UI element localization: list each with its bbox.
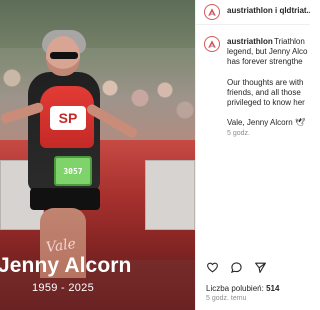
post-header: austriathlon i qldtriat... <box>196 0 310 25</box>
barrier-sign-right <box>145 160 195 230</box>
runner-sunglasses <box>50 52 78 59</box>
post-actions <box>206 261 267 274</box>
caption-avatar[interactable] <box>204 36 220 52</box>
memorial-photo: SP 3057 Vale Jenny Alcorn 1959 - 2025 <box>0 0 195 310</box>
instagram-post-panel: austriathlon i qldtriat... austriathlon … <box>195 0 310 310</box>
runner-shorts <box>30 188 100 210</box>
caption-timestamp: 5 godz. <box>227 130 250 137</box>
comment-icon[interactable] <box>230 261 243 274</box>
caption-line-2: legend, but Jenny Alco <box>227 47 308 56</box>
race-bib: 3057 <box>54 156 92 186</box>
caption-line-4: Our thoughts are with <box>227 78 304 87</box>
jersey-logo: SP <box>50 106 86 130</box>
memorial-name: Jenny Alcorn <box>0 254 132 277</box>
header-avatar[interactable] <box>204 4 220 20</box>
likes-row[interactable]: Liczba polubień: 514 <box>206 284 279 293</box>
post-timestamp: 5 godz. temu <box>206 295 247 302</box>
caption-line-1: Triathlon <box>274 37 305 46</box>
caption-line-6: privileged to know her <box>227 98 305 107</box>
memorial-years: 1959 - 2025 <box>32 282 95 294</box>
send-icon <box>255 262 266 273</box>
austriathlon-logo-icon <box>208 8 216 16</box>
comment-icon <box>230 262 242 274</box>
caption-account-name[interactable]: austriathlon <box>227 37 273 46</box>
austriathlon-logo-icon <box>208 40 216 48</box>
caption-line-5: friends, and all those <box>227 88 301 97</box>
heart-icon <box>207 262 218 273</box>
header-account-name[interactable]: austriathlon i qldtriat... <box>227 6 310 15</box>
likes-count: 514 <box>266 284 280 293</box>
caption-line-3: has forever strengthe <box>227 57 303 66</box>
heart-icon[interactable] <box>206 261 219 274</box>
caption-line-7: Vale, Jenny Alcorn 🕊 <box>227 118 306 127</box>
send-icon[interactable] <box>254 261 267 274</box>
likes-label: Liczba polubień: <box>206 284 264 293</box>
